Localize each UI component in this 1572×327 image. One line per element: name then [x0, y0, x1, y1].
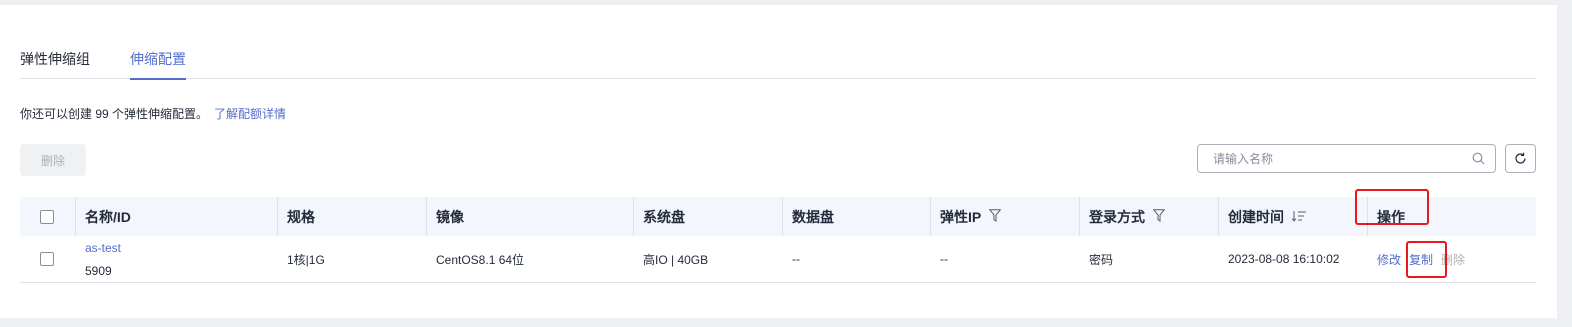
col-login: 登录方式	[1079, 197, 1166, 236]
search-input[interactable]	[1199, 146, 1459, 171]
table-header: 名称/ID 规格 镜像 系统盘 数据盘 弹性IP 登录方式 创建时间 操作	[20, 197, 1536, 236]
refresh-button[interactable]	[1505, 144, 1536, 173]
sort-icon[interactable]	[1291, 209, 1306, 225]
scaling-config-table: 名称/ID 规格 镜像 系统盘 数据盘 弹性IP 登录方式 创建时间 操作 as…	[20, 197, 1536, 283]
quota-info: 你还可以创建 99 个弹性伸缩配置。 了解配额详情	[20, 105, 286, 123]
tab-bar: 弹性伸缩组 伸缩配置	[20, 45, 1536, 80]
search-icon[interactable]	[1472, 152, 1485, 165]
row-eip: --	[940, 252, 948, 266]
filter-icon[interactable]	[1152, 208, 1166, 225]
modify-link[interactable]: 修改	[1377, 251, 1401, 268]
search-box	[1197, 144, 1496, 173]
quota-details-link[interactable]: 了解配额详情	[214, 107, 286, 121]
delete-link[interactable]: 删除	[1441, 251, 1465, 268]
row-created: 2023-08-08 16:10:02	[1228, 252, 1340, 266]
quota-text: 你还可以创建 99 个弹性伸缩配置。	[20, 107, 209, 121]
col-spec-label: 规格	[287, 208, 315, 225]
row-system-disk: 高IO | 40GB	[643, 252, 709, 267]
row-spec: 1核|1G	[287, 252, 325, 267]
col-image-label: 镜像	[436, 208, 464, 225]
row-login: 密码	[1089, 252, 1114, 267]
row-select-cell	[40, 236, 54, 282]
col-actions-label: 操作	[1377, 208, 1405, 225]
config-name-link[interactable]: as-test	[85, 240, 121, 256]
col-login-label: 登录方式	[1089, 208, 1145, 225]
col-name-id: 名称/ID	[75, 197, 131, 236]
row-image: CentOS8.1 64位	[436, 252, 525, 267]
table-row: as-test 5909 1核|1G CentOS8.1 64位 高IO | 4…	[20, 236, 1536, 283]
col-system-disk-label: 系统盘	[643, 208, 685, 225]
col-created-label: 创建时间	[1228, 208, 1284, 225]
col-image: 镜像	[426, 197, 464, 236]
page-panel: 弹性伸缩组 伸缩配置 你还可以创建 99 个弹性伸缩配置。了解配额详情 删除 名…	[0, 5, 1557, 318]
col-spec: 规格	[277, 197, 315, 236]
row-checkbox[interactable]	[40, 252, 54, 266]
select-all-cell	[40, 197, 54, 236]
col-data-disk: 数据盘	[782, 197, 834, 236]
delete-button[interactable]: 删除	[20, 144, 86, 176]
tab-scaling-groups[interactable]: 弹性伸缩组	[20, 45, 90, 79]
refresh-icon	[1515, 152, 1526, 164]
row-name-id: as-test 5909	[85, 236, 121, 282]
col-name-id-label: 名称/ID	[85, 208, 131, 225]
row-data-disk: --	[792, 252, 800, 266]
col-data-disk-label: 数据盘	[792, 208, 834, 225]
col-actions: 操作	[1367, 197, 1405, 236]
col-eip-label: 弹性IP	[940, 208, 982, 225]
select-all-checkbox[interactable]	[40, 209, 54, 224]
tab-scaling-configs[interactable]: 伸缩配置	[130, 45, 186, 80]
filter-icon[interactable]	[988, 208, 1002, 225]
row-actions: 修改 复制 删除	[1377, 236, 1465, 282]
col-created: 创建时间	[1218, 197, 1306, 236]
col-eip: 弹性IP	[929, 197, 1002, 236]
copy-link[interactable]: 复制	[1409, 251, 1433, 268]
col-system-disk: 系统盘	[633, 197, 685, 236]
config-id: 5909	[85, 263, 112, 278]
